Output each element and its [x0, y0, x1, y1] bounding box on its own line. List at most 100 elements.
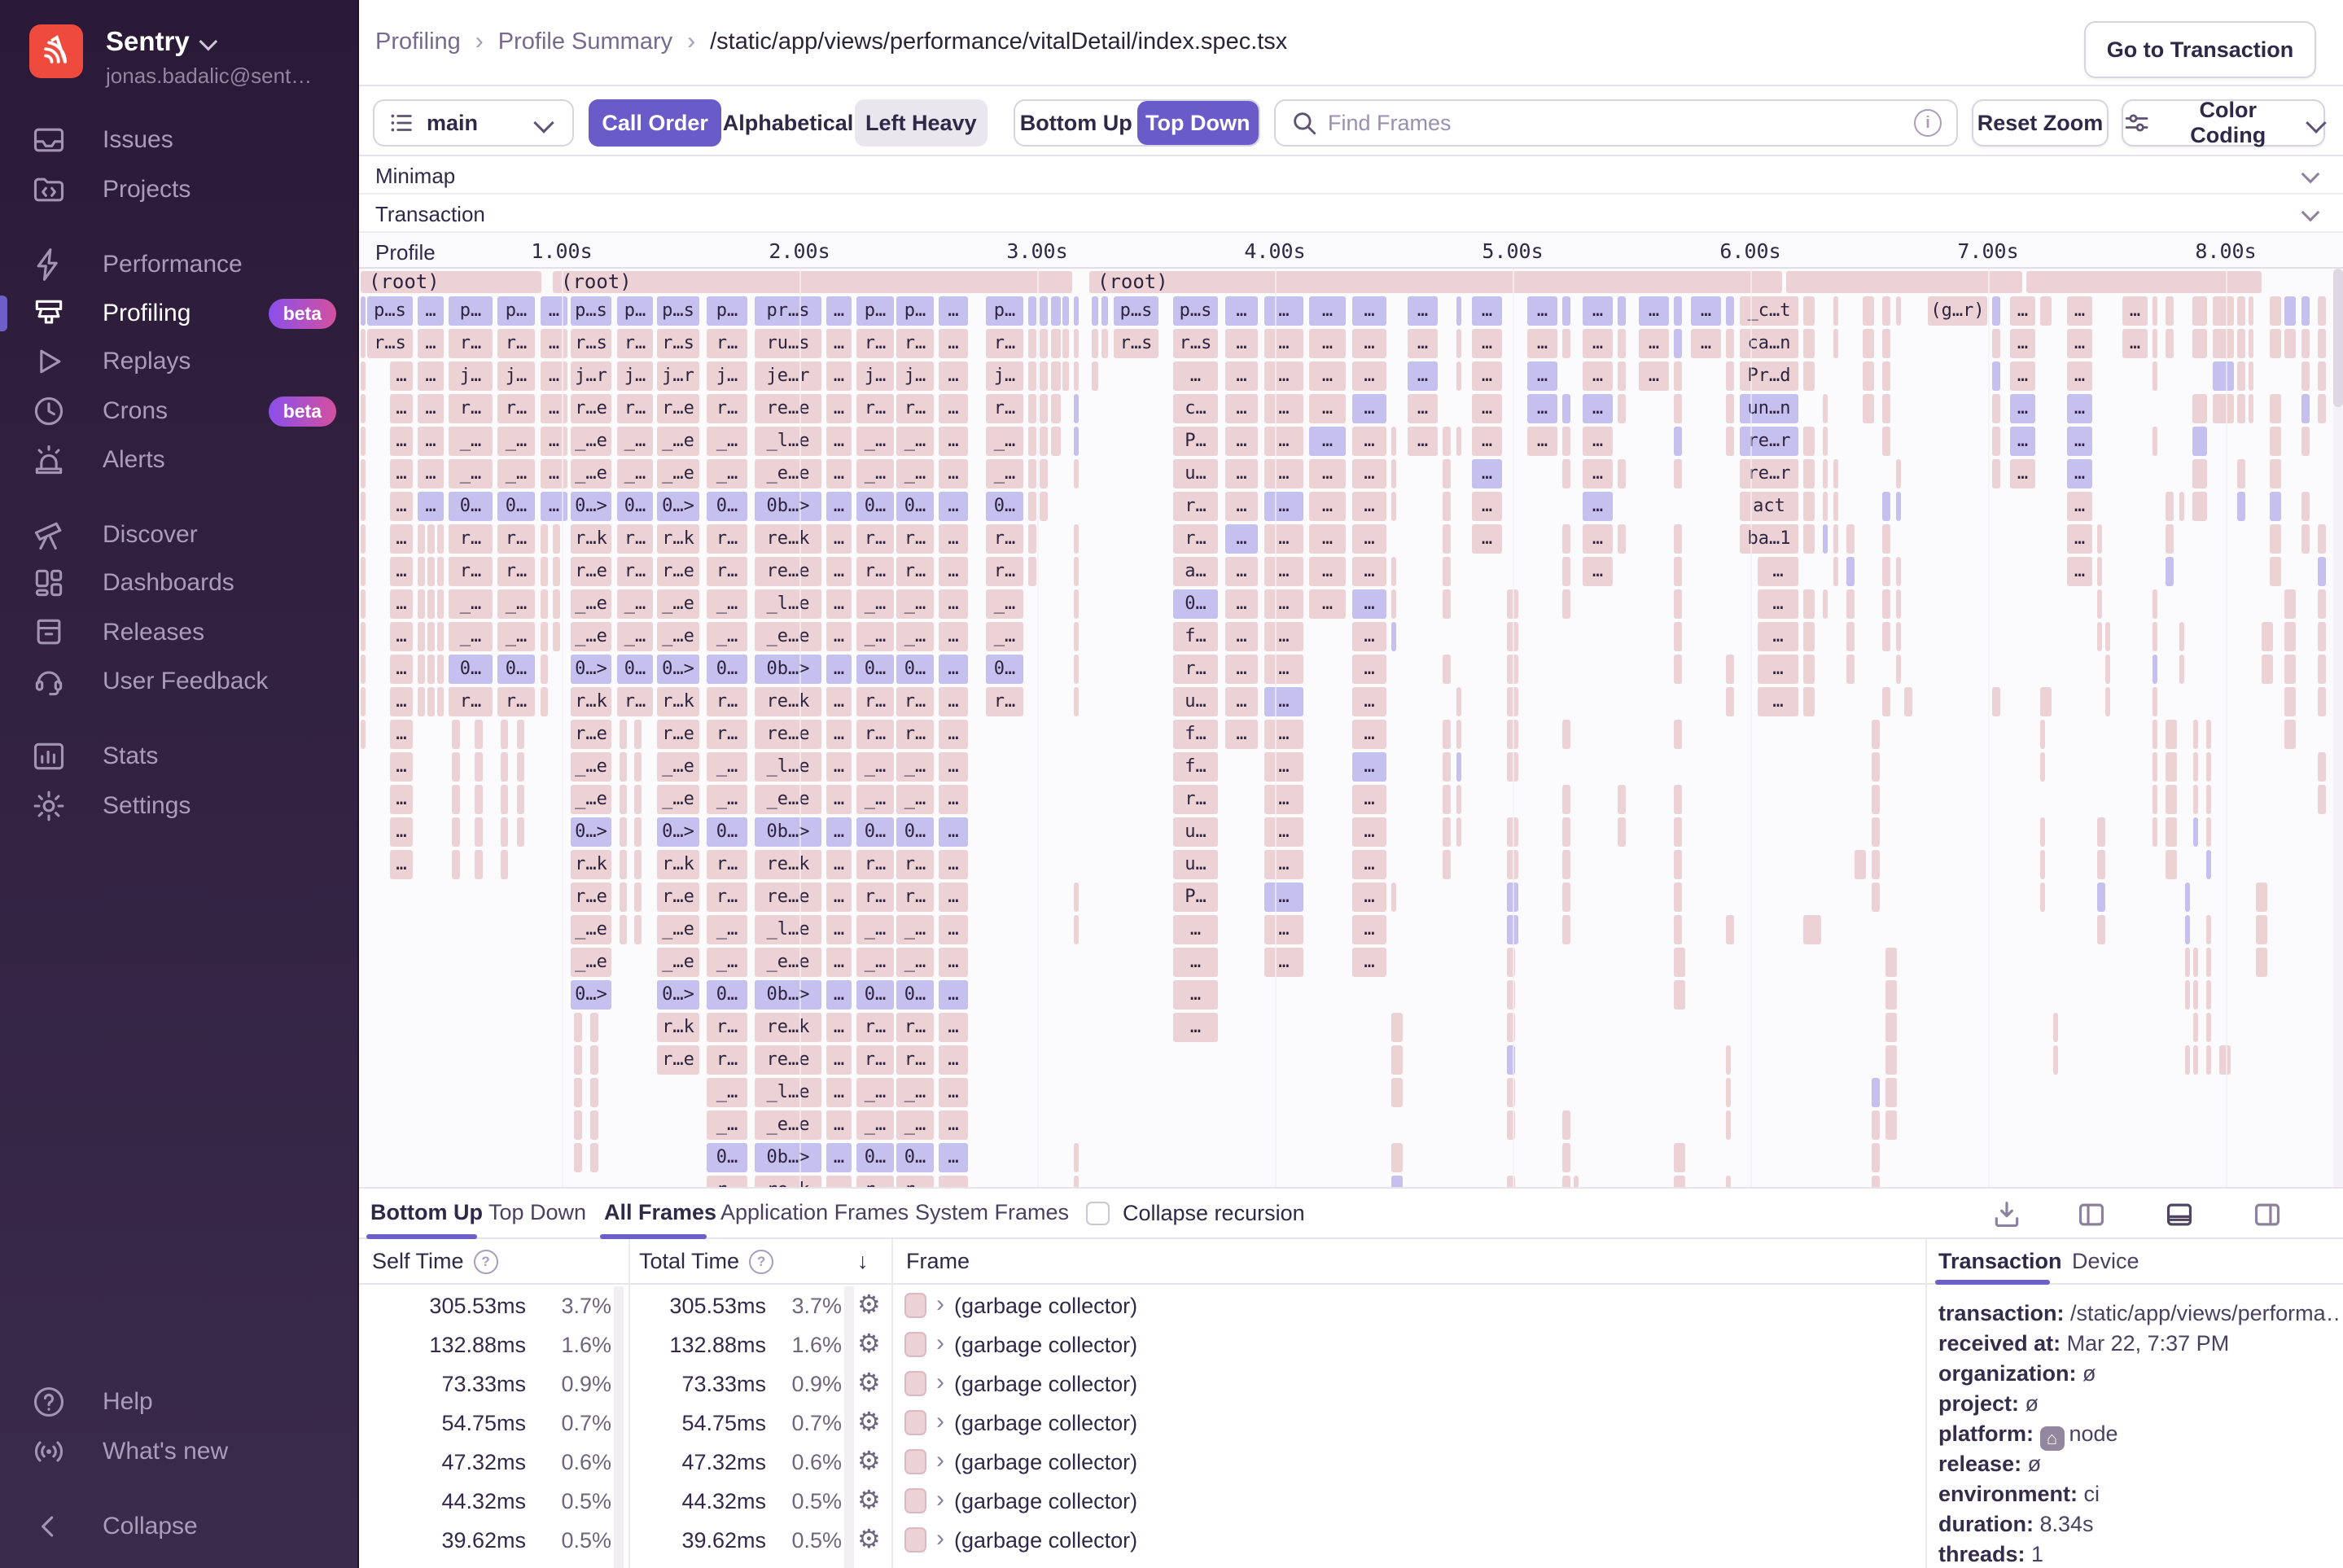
- frame-settings-gear[interactable]: ⚙: [857, 1484, 881, 1515]
- flame-frame[interactable]: 0…: [449, 492, 493, 521]
- flame-frame[interactable]: [1823, 427, 1828, 456]
- flamegraph-scrollbar[interactable]: [2333, 269, 2343, 1187]
- flame-frame[interactable]: [501, 850, 508, 879]
- table-row[interactable]: 54.75ms0.7%54.75ms0.7%⚙›(garbage collect…: [359, 1404, 1925, 1443]
- flame-frame[interactable]: …: [1758, 655, 1798, 684]
- flame-frame[interactable]: [1896, 296, 1901, 326]
- flame-frame[interactable]: _…: [856, 915, 894, 944]
- flame-frame[interactable]: 0…: [617, 492, 653, 521]
- flame-frame[interactable]: r…: [707, 883, 747, 912]
- flame-frame[interactable]: 0…>: [571, 655, 611, 684]
- flame-frame[interactable]: [1726, 1078, 1731, 1107]
- flame-frame-root[interactable]: [1786, 271, 2022, 293]
- flame-frame[interactable]: [2097, 524, 2102, 554]
- flame-frame[interactable]: [1846, 524, 1855, 554]
- flame-frame[interactable]: [1040, 459, 1048, 488]
- thread-select[interactable]: main: [373, 99, 574, 147]
- flame-frame[interactable]: r…e: [571, 720, 611, 749]
- flame-frame[interactable]: …: [1173, 915, 1218, 944]
- flame-frame[interactable]: ca…n: [1740, 329, 1798, 358]
- reset-zoom-button[interactable]: Reset Zoom: [1972, 99, 2109, 147]
- flame-frame[interactable]: [2237, 459, 2245, 488]
- flame-frame[interactable]: _…e: [571, 622, 611, 651]
- flame-frame[interactable]: …: [1583, 524, 1613, 554]
- flame-frame[interactable]: …: [2067, 524, 2092, 554]
- flame-frame[interactable]: [2166, 296, 2174, 326]
- flame-frame[interactable]: …: [1472, 492, 1502, 521]
- flame-frame[interactable]: …: [1527, 296, 1557, 326]
- flame-frame[interactable]: …: [1264, 557, 1303, 586]
- flame-frame[interactable]: [2270, 427, 2281, 456]
- flame-frame[interactable]: [2040, 720, 2045, 749]
- flame-frame[interactable]: [418, 622, 425, 651]
- flame-frame[interactable]: …: [1352, 459, 1386, 488]
- flame-frame[interactable]: …: [418, 427, 444, 456]
- sidebar-item-alerts[interactable]: Alerts: [0, 436, 359, 484]
- flame-frame[interactable]: 0…: [856, 980, 894, 1010]
- flame-frame[interactable]: [2152, 752, 2157, 782]
- flame-frame[interactable]: _…e: [657, 915, 699, 944]
- flame-frame[interactable]: _l…e: [755, 1078, 821, 1107]
- flame-frame[interactable]: [1443, 850, 1451, 879]
- flame-frame[interactable]: _…: [856, 948, 894, 977]
- flame-frame[interactable]: [2097, 915, 2105, 944]
- flame-frame[interactable]: [2097, 883, 2105, 912]
- flame-frame[interactable]: …: [1408, 394, 1438, 423]
- flame-frame[interactable]: _…: [617, 459, 653, 488]
- flame-frame[interactable]: [2193, 817, 2198, 847]
- flame-frame[interactable]: r…: [856, 883, 894, 912]
- flame-frame[interactable]: _e…e: [755, 1110, 821, 1140]
- flame-frame[interactable]: [1674, 980, 1685, 1010]
- flame-frame[interactable]: 0…: [856, 817, 894, 847]
- flame-frame[interactable]: r…e: [657, 557, 699, 586]
- flame-frame[interactable]: r…: [497, 329, 535, 358]
- flame-frame[interactable]: …: [390, 557, 413, 586]
- flame-frame[interactable]: r…: [896, 1045, 934, 1075]
- flame-frame[interactable]: r…: [707, 687, 747, 716]
- flame-frame[interactable]: [2318, 589, 2326, 619]
- flame-frame[interactable]: [541, 655, 548, 684]
- flame-frame[interactable]: [1882, 524, 1890, 554]
- sidebar-item-issues[interactable]: Issues: [0, 116, 359, 164]
- flame-frame[interactable]: [1618, 329, 1626, 358]
- minimap-section-header[interactable]: Minimap: [359, 156, 2343, 195]
- flame-frame[interactable]: 0…: [497, 655, 535, 684]
- flame-frame[interactable]: r…: [707, 394, 747, 423]
- flame-frame[interactable]: [634, 817, 642, 847]
- flame-frame[interactable]: [2301, 394, 2310, 423]
- flame-frame[interactable]: [1618, 459, 1626, 488]
- flame-frame[interactable]: [1992, 687, 2000, 716]
- flame-frame[interactable]: …: [826, 622, 852, 651]
- flame-frame[interactable]: _…: [856, 622, 894, 651]
- flame-frame[interactable]: r…: [617, 687, 653, 716]
- flame-frame[interactable]: [1391, 427, 1396, 456]
- flame-frame[interactable]: [2053, 1013, 2058, 1042]
- flame-frame[interactable]: _…: [707, 459, 747, 488]
- flame-frame[interactable]: [1872, 752, 1880, 782]
- flame-frame[interactable]: [1074, 1143, 1079, 1172]
- flame-frame[interactable]: [2318, 524, 2326, 554]
- flame-frame[interactable]: r…: [896, 524, 934, 554]
- flame-frame[interactable]: [1803, 622, 1815, 651]
- flame-frame[interactable]: [1882, 687, 1890, 716]
- table-row[interactable]: 132.88ms1.6%132.88ms1.6%⚙›(garbage colle…: [359, 1325, 1925, 1364]
- flame-frame[interactable]: [1803, 915, 1821, 944]
- flame-frame[interactable]: [2097, 817, 2105, 847]
- flame-frame[interactable]: …: [2067, 427, 2092, 456]
- flame-frame[interactable]: [1562, 1176, 1570, 1187]
- flame-frame[interactable]: _…: [986, 622, 1023, 651]
- flame-frame[interactable]: [1726, 329, 1734, 358]
- flame-frame[interactable]: [1443, 655, 1451, 684]
- flame-frame[interactable]: [1074, 883, 1079, 912]
- flame-frame[interactable]: …: [1691, 296, 1721, 326]
- flame-frame[interactable]: [452, 752, 460, 782]
- flame-frame[interactable]: [1092, 296, 1098, 326]
- flame-frame[interactable]: …: [939, 524, 968, 554]
- flame-frame[interactable]: …: [1527, 427, 1557, 456]
- flame-frame[interactable]: re…e: [755, 557, 821, 586]
- flame-frame[interactable]: [1456, 817, 1461, 847]
- flame-frame[interactable]: [1562, 785, 1570, 814]
- transaction-section-header[interactable]: Transaction: [359, 195, 2343, 233]
- flame-frame[interactable]: [1391, 1143, 1403, 1172]
- flame-frame[interactable]: _l…e: [755, 427, 821, 456]
